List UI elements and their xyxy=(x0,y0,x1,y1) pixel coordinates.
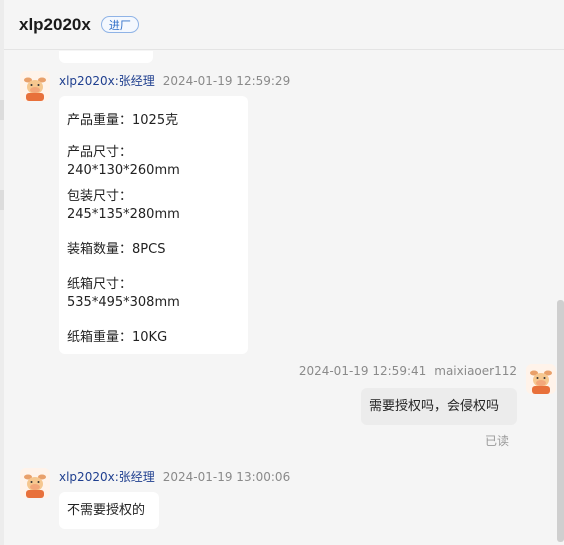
message-bubble[interactable]: 产品重量：1025克 产品尺寸：240*130*260mm 包装尺寸：245*1… xyxy=(59,96,248,354)
chat-title: xlp2020x xyxy=(19,14,91,34)
cow-avatar-icon[interactable] xyxy=(20,468,50,498)
factory-tag[interactable]: 进厂 xyxy=(100,16,139,33)
message-meta: 2024-01-19 12:59:41 maixiaoer112 xyxy=(299,364,517,378)
read-status: 已读 xyxy=(485,434,510,448)
message-time: 2024-01-19 12:59:29 xyxy=(162,74,291,88)
sender-name[interactable]: xlp2020x:张经理 xyxy=(59,470,155,484)
message-bubble[interactable]: 需要授权吗，会侵权吗 xyxy=(361,388,517,425)
previous-message-bubble xyxy=(59,51,153,63)
cow-avatar-icon[interactable] xyxy=(526,364,556,394)
sender-name[interactable]: xlp2020x:张经理 xyxy=(59,74,155,88)
message-line: 产品重量：1025克 xyxy=(67,113,179,129)
message-meta: xlp2020x:张经理 2024-01-19 12:59:29 xyxy=(59,72,290,89)
sender-name: maixiaoer112 xyxy=(434,364,517,378)
message-list[interactable]: xlp2020x:张经理 2024-01-19 12:59:29 产品重量：102… xyxy=(4,51,564,545)
message-line: 包装尺寸：245*135*280mm xyxy=(67,189,180,222)
message-time: 2024-01-19 13:00:06 xyxy=(162,470,291,484)
message-time: 2024-01-19 12:59:41 xyxy=(298,364,427,378)
message-line: 产品尺寸：240*130*260mm xyxy=(67,145,180,178)
message-line: 纸箱重量：10KG xyxy=(67,330,168,346)
message-bubble[interactable]: 不需要授权的 xyxy=(59,492,159,529)
scrollbar[interactable] xyxy=(557,300,564,542)
chat-header: xlp2020x 进厂 xyxy=(4,0,564,50)
message-line: 纸箱尺寸：535*495*308mm xyxy=(67,277,180,310)
message-meta: xlp2020x:张经理 2024-01-19 13:00:06 xyxy=(59,468,290,485)
message-line: 装箱数量：8PCS xyxy=(67,242,166,258)
cow-avatar-icon[interactable] xyxy=(20,71,50,101)
